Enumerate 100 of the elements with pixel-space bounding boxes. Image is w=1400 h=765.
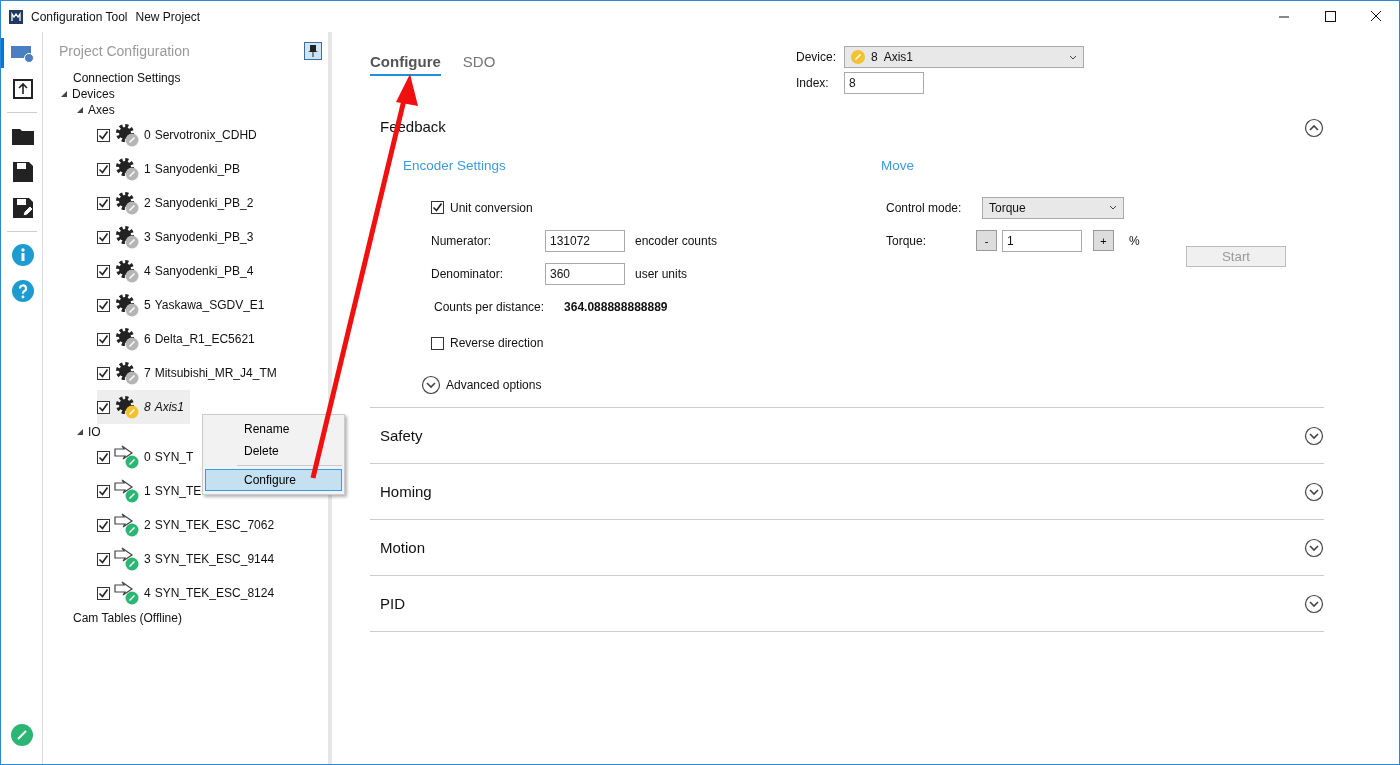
device-dropdown[interactable]: 8 Axis1 [844,46,1084,68]
expand-icon[interactable] [421,375,441,395]
expand-icon[interactable] [1304,481,1324,502]
tree-item[interactable]: 7 Mitsubishi_MR_J4_TM [97,356,283,390]
checkbox[interactable] [97,230,110,244]
checkbox[interactable] [97,518,110,532]
device-index: 2 [144,196,151,210]
link-icon[interactable] [10,724,33,746]
torque-field[interactable]: 1 [1002,229,1082,252]
tree-node[interactable]: Connection Settings [73,71,181,85]
checkbox[interactable] [97,264,110,278]
tree-item[interactable]: 8 Axis1 [97,390,191,424]
gear-icon [114,326,140,352]
device-name: Sanyodenki_PB_3 [154,230,254,244]
upload-icon[interactable] [13,79,33,99]
tree-item[interactable]: 1 Sanyodenki_PB [97,152,247,186]
help-icon[interactable] [12,280,34,302]
device-name: SYN_TEK_ESC_9144 [154,552,275,566]
field-label: Counts per distance: [434,299,545,314]
tree-item[interactable]: 3 Sanyodenki_PB_3 [97,220,260,254]
io-device-icon [114,444,140,470]
expand-icon[interactable] [1304,593,1324,614]
caret-icon [1069,54,1077,60]
panel-title: Project Configuration [59,43,190,59]
tree-item[interactable]: 2 SYN_TEK_ESC_7062 [97,508,281,542]
checkbox[interactable] [97,400,110,414]
tree-item[interactable]: 0 SYN_T [97,440,200,474]
device-index: 3 [144,230,151,244]
checkbox[interactable] [97,552,110,566]
denominator-field[interactable]: 360 [545,262,625,285]
expanded-icon[interactable] [59,89,69,99]
control-mode-dropdown[interactable]: Torque [982,196,1124,219]
checkbox[interactable] [97,332,110,346]
tree-item[interactable]: 2 Sanyodenki_PB_2 [97,186,260,220]
device-index: 1 [144,484,151,498]
checkbox[interactable] [97,366,110,380]
menu-item[interactable]: Configure [205,469,342,491]
tree-node[interactable]: IO [88,425,101,439]
section-title[interactable]: Motion [380,539,426,556]
save-as-icon[interactable] [12,197,34,219]
tree-item[interactable]: 5 Yaskawa_SGDV_E1 [97,288,271,322]
tree-node[interactable]: Cam Tables (Offline) [73,611,182,625]
device-name: Sanyodenki_PB_4 [154,264,254,278]
index-field[interactable]: 8 [844,72,924,94]
tab[interactable]: Configure [370,52,441,76]
expand-icon[interactable] [1304,425,1324,446]
checkbox[interactable] [97,484,110,498]
checkbox[interactable] [97,128,110,142]
device-index: 6 [144,332,151,346]
checkbox[interactable] [431,336,444,350]
field-label: Numerator: [431,233,493,248]
unit-label: user units [635,266,688,281]
index-label: Index: [796,76,830,90]
increment-button[interactable]: + [1093,230,1114,251]
menu-item[interactable]: Delete [205,440,342,462]
expand-icon[interactable] [1304,537,1324,558]
save-icon[interactable] [12,161,34,183]
tree-item[interactable]: 4 Sanyodenki_PB_4 [97,254,260,288]
checkbox[interactable] [97,298,110,312]
window-title: Configuration Tool [31,9,128,24]
checkbox[interactable] [431,201,444,214]
folder-icon[interactable] [11,126,35,146]
tab[interactable]: SDO [462,52,496,76]
collapse-icon[interactable] [1304,118,1324,138]
tree-item[interactable]: 4 SYN_TEK_ESC_8124 [97,576,281,610]
device-name: SYN_TEK_ESC_7062 [154,518,275,532]
checkbox[interactable] [97,196,110,210]
checkbox[interactable] [97,586,110,600]
checkbox[interactable] [97,162,110,176]
unit-label: encoder counts [635,233,718,248]
tree-item[interactable]: 6 Delta_R1_EC5621 [97,322,261,356]
project-name: New Project [135,9,201,24]
device-index: 2 [144,518,151,532]
tree-item[interactable]: 0 Servotronix_CDHD [97,118,263,152]
numerator-field[interactable]: 131072 [545,229,625,252]
device-name: Delta_R1_EC5621 [154,332,255,346]
section-title[interactable]: Homing [380,483,432,500]
field-label: Denominator: [431,266,505,281]
device-index: 4 [144,586,151,600]
checkbox[interactable] [97,450,110,464]
gear-icon [114,292,140,318]
section-title[interactable]: PID [380,595,405,612]
expanded-icon[interactable] [75,427,85,437]
tree-node[interactable]: Axes [88,103,115,117]
network-settings-icon[interactable] [11,43,35,63]
io-device-icon [114,478,140,504]
tree-item[interactable]: 1 SYN_TE [97,474,208,508]
decrement-button[interactable]: - [976,230,997,251]
section-title[interactable]: Safety [380,427,423,444]
device-index: 4 [144,264,151,278]
expanded-icon[interactable] [75,105,85,115]
pin-icon[interactable] [304,42,322,60]
menu-item[interactable]: Rename [205,418,342,440]
advanced-options-link[interactable]: Advanced options [446,378,542,392]
tree-node[interactable]: Devices [72,87,115,101]
tree-item[interactable]: 3 SYN_TEK_ESC_9144 [97,542,281,576]
gear-icon [114,258,140,284]
subsection-title: Encoder Settings [403,158,507,173]
info-icon[interactable] [12,244,34,266]
gear-icon [114,122,140,148]
